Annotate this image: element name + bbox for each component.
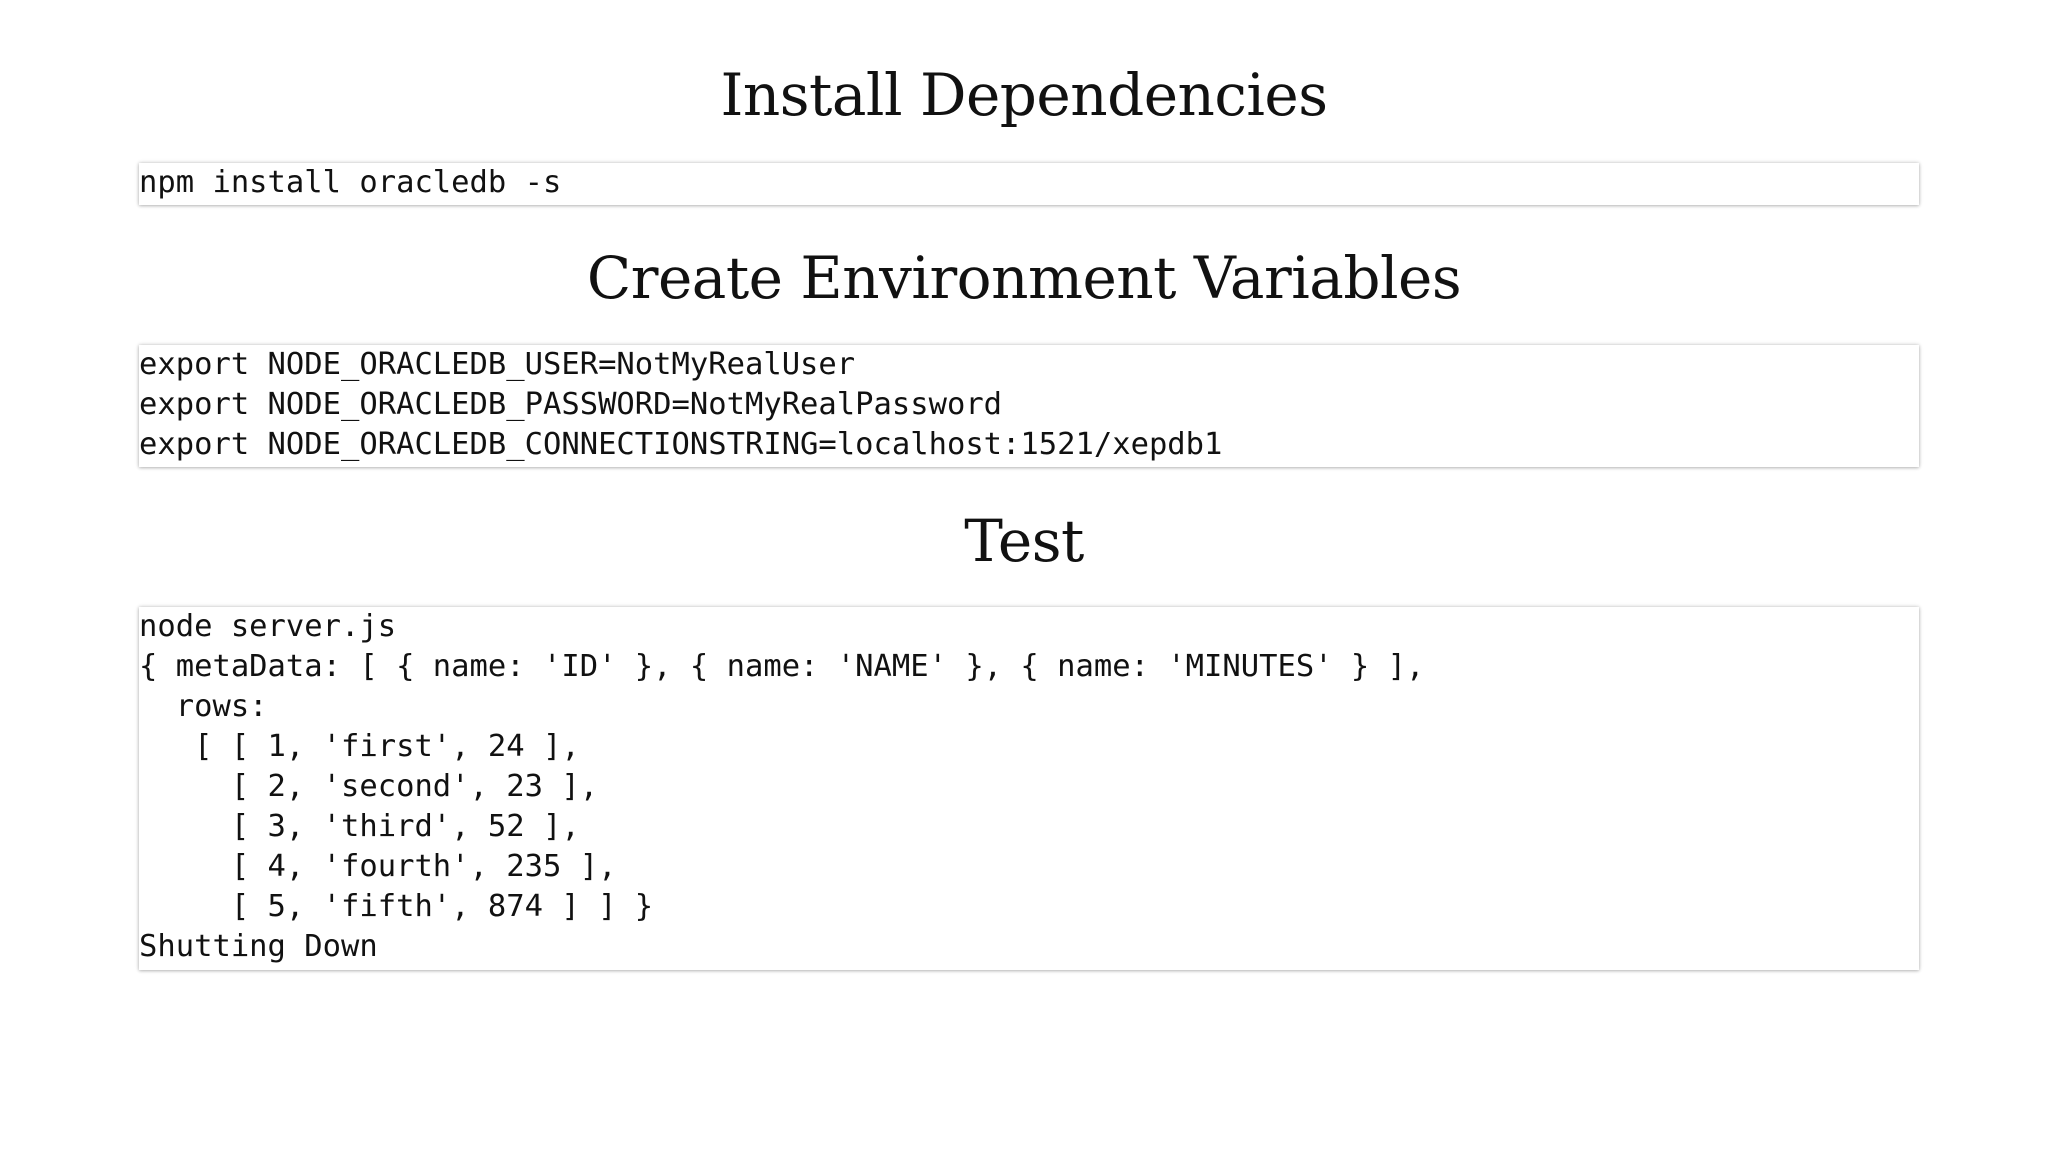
- env-code-block: export NODE_ORACLEDB_USER=NotMyRealUser …: [139, 345, 1919, 467]
- env-heading: Create Environment Variables: [586, 244, 1462, 312]
- code-line: rows:: [139, 689, 268, 724]
- test-code-block: node server.js { metaData: [ { name: 'ID…: [139, 607, 1919, 970]
- code-line: export NODE_ORACLEDB_PASSWORD=NotMyRealP…: [139, 387, 1003, 422]
- code-line: [ 3, 'third', 52 ],: [139, 809, 580, 844]
- slide: Install Dependencies npm install oracled…: [0, 0, 2048, 1152]
- install-code-block: npm install oracledb -s: [139, 163, 1919, 205]
- code-line: npm install oracledb -s: [139, 165, 562, 200]
- code-line: [ 5, 'fifth', 874 ] ] }: [139, 889, 654, 924]
- code-line: export NODE_ORACLEDB_CONNECTIONSTRING=lo…: [139, 427, 1223, 462]
- code-line: [ 2, 'second', 23 ],: [139, 769, 599, 804]
- code-line: [ 4, 'fourth', 235 ],: [139, 849, 617, 884]
- code-line: { metaData: [ { name: 'ID' }, { name: 'N…: [139, 649, 1425, 684]
- code-line: node server.js: [139, 609, 397, 644]
- code-line: [ [ 1, 'first', 24 ],: [139, 729, 580, 764]
- code-line: export NODE_ORACLEDB_USER=NotMyRealUser: [139, 347, 856, 382]
- code-line: Shutting Down: [139, 929, 378, 964]
- test-heading: Test: [964, 507, 1084, 575]
- install-heading: Install Dependencies: [720, 61, 1328, 129]
